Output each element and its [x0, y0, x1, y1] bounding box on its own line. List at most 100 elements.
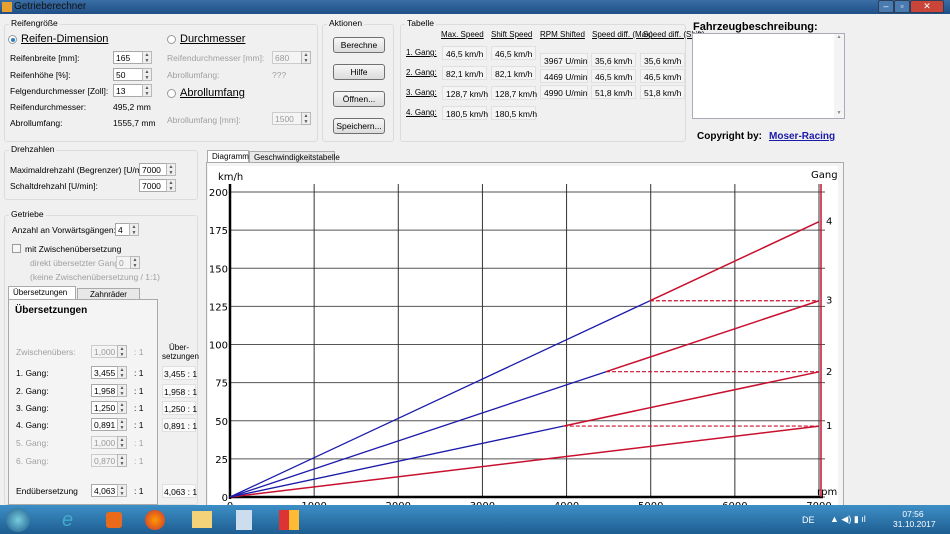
- maxdrehzahl-input[interactable]: 7000: [139, 163, 167, 176]
- ratio-spinner[interactable]: ▲ ▼: [117, 384, 127, 397]
- speed-diff-shift-cell: 35,6 km/h: [640, 53, 685, 67]
- tray-icons[interactable]: ▲ ◀) ▮ ıl: [830, 514, 866, 525]
- abroll-spinner[interactable]: ▲ ▼: [301, 112, 311, 125]
- ratio-spinner[interactable]: ▲ ▼: [117, 345, 127, 358]
- direkt-spinner[interactable]: ▲ ▼: [130, 256, 140, 269]
- schaltdrehzahl-spinner[interactable]: ▲ ▼: [166, 179, 176, 192]
- ratio-suffix: : 1: [134, 456, 144, 466]
- radio-reifen-dimension[interactable]: [8, 35, 17, 44]
- y-tick-label: 200: [209, 188, 228, 199]
- ratio-input[interactable]: 1,000: [91, 436, 118, 449]
- gear-row-label[interactable]: 1. Gang:: [406, 48, 437, 57]
- ratio-suffix: : 1: [134, 438, 144, 448]
- durchmesser-spinner[interactable]: ▲ ▼: [301, 51, 311, 64]
- ratio-suffix: : 1: [134, 420, 144, 430]
- ratio-spinner[interactable]: ▲ ▼: [117, 366, 127, 379]
- textarea-scrollbar[interactable]: ▲ ▼: [834, 34, 844, 118]
- ratio-suffix: : 1: [134, 368, 144, 378]
- table-header: Speed diff. (Shift): [643, 30, 705, 39]
- hoehe-spinner[interactable]: ▲ ▼: [142, 68, 152, 81]
- ratio-input[interactable]: 1,958: [91, 384, 118, 397]
- ratio-spinner[interactable]: ▲ ▼: [117, 401, 127, 414]
- ie-icon[interactable]: e: [62, 509, 73, 532]
- breite-spinner[interactable]: ▲ ▼: [142, 51, 152, 64]
- ratio-input[interactable]: 4,063: [91, 484, 118, 497]
- rd-value: 495,2 mm: [113, 102, 151, 112]
- gear-number-label: 4: [826, 217, 832, 228]
- minimize-button[interactable]: –: [878, 0, 894, 13]
- anzahl-spinner[interactable]: ▲ ▼: [129, 223, 139, 236]
- ratio-input[interactable]: 0,891: [91, 418, 118, 431]
- y-axis-label: km/h: [218, 172, 243, 183]
- direkt-label: direkt übersetzter Gang:: [30, 258, 122, 268]
- oeffnen-button[interactable]: Öffnen...: [333, 91, 385, 107]
- ratio-suffix: : 1: [134, 403, 144, 413]
- speed-diff-max-cell: 51,8 km/h: [591, 85, 636, 99]
- max-speed-cell: 180,5 km/h: [442, 106, 488, 120]
- ratio-result: 4,063 : 1: [162, 484, 197, 498]
- ratio-spinner[interactable]: ▲ ▼: [117, 418, 127, 431]
- ratio-input[interactable]: 1,000: [91, 345, 118, 358]
- tab-uebersetzungen[interactable]: Übersetzungen: [8, 286, 76, 299]
- firefox-icon[interactable]: [145, 510, 165, 530]
- berechne-button[interactable]: Berechne: [333, 37, 385, 53]
- felge-spinner[interactable]: ▲ ▼: [142, 84, 152, 97]
- gear-row-label[interactable]: 2. Gang:: [406, 68, 437, 77]
- close-button[interactable]: ✕: [910, 0, 944, 13]
- durchmesser-label[interactable]: Durchmesser: [180, 33, 245, 45]
- moser-racing-link[interactable]: Moser-Racing: [769, 131, 835, 142]
- maxdrehzahl-spinner[interactable]: ▲ ▼: [166, 163, 176, 176]
- zwischen-label[interactable]: mit Zwischenübersetzung: [25, 244, 121, 254]
- getrieberechner-task-icon[interactable]: [279, 510, 299, 530]
- reifen-dimension-label[interactable]: Reifen-Dimension: [21, 33, 108, 45]
- speed-diff-max-cell: 46,5 km/h: [591, 69, 636, 83]
- ratio-input[interactable]: 0,870: [91, 454, 118, 467]
- chart-background: [208, 166, 838, 506]
- language-indicator[interactable]: DE: [802, 515, 815, 525]
- anzahl-input[interactable]: 4: [115, 223, 130, 236]
- drehzahlen-label: Drehzahlen: [9, 144, 57, 154]
- durchmesser-input[interactable]: 680: [272, 51, 302, 64]
- rd-label: Reifendurchmesser:: [10, 102, 87, 112]
- speichern-button[interactable]: Speichern...: [333, 118, 385, 134]
- abrollumfang-label[interactable]: Abrollumfang: [180, 87, 245, 99]
- explorer-icon[interactable]: [192, 511, 212, 528]
- maximize-button[interactable]: ▫: [894, 0, 910, 13]
- max-speed-cell: 128,7 km/h: [442, 86, 488, 100]
- ratio-label: 5. Gang:: [16, 438, 49, 448]
- ratio-input[interactable]: 3,455: [91, 366, 118, 379]
- radio-abrollumfang[interactable]: [167, 89, 176, 98]
- ratio-spinner[interactable]: ▲ ▼: [117, 484, 127, 497]
- zwischen-checkbox[interactable]: [12, 244, 21, 253]
- gear-number-label: 1: [826, 421, 832, 432]
- shift-speed-cell: 82,1 km/h: [491, 66, 536, 80]
- ratio-spinner[interactable]: ▲ ▼: [117, 454, 127, 467]
- hilfe-button[interactable]: Hilfe: [333, 64, 385, 80]
- start-button[interactable]: [6, 508, 30, 532]
- breite-input[interactable]: 165: [113, 51, 143, 64]
- wordpad-icon[interactable]: [236, 510, 252, 530]
- shift-speed-cell: 128,7 km/h: [491, 86, 537, 100]
- d-au-value: ???: [272, 70, 287, 80]
- abroll-input[interactable]: 1500: [272, 112, 302, 125]
- ratio-input[interactable]: 1,250: [91, 401, 118, 414]
- hoehe-input[interactable]: 50: [113, 68, 143, 81]
- schaltdrehzahl-input[interactable]: 7000: [139, 179, 167, 192]
- ratio-spinner[interactable]: ▲ ▼: [117, 436, 127, 449]
- beschreibung-textarea[interactable]: ▲ ▼: [692, 33, 845, 119]
- felge-label: Felgendurchmesser [Zoll]:: [10, 86, 109, 96]
- gear-row-label[interactable]: 3. Gang:: [406, 88, 437, 97]
- y-tick-label: 50: [215, 417, 228, 428]
- direkt-input[interactable]: 0: [116, 256, 131, 269]
- copyright-label: Copyright by:: [697, 131, 762, 142]
- y-tick-label: 100: [209, 341, 228, 352]
- felge-input[interactable]: 13: [113, 84, 143, 97]
- ratio-result: 0,891 : 1: [162, 418, 197, 432]
- ratio-label: 2. Gang:: [16, 386, 49, 396]
- clock[interactable]: 07:56 31.10.2017: [893, 509, 936, 529]
- radio-durchmesser[interactable]: [167, 35, 176, 44]
- shift-speed-cell: 180,5 km/h: [491, 106, 537, 120]
- gear-row-label[interactable]: 4. Gang:: [406, 108, 437, 117]
- au-label: Abrollumfang:: [10, 118, 63, 128]
- media-player-icon[interactable]: [106, 512, 122, 528]
